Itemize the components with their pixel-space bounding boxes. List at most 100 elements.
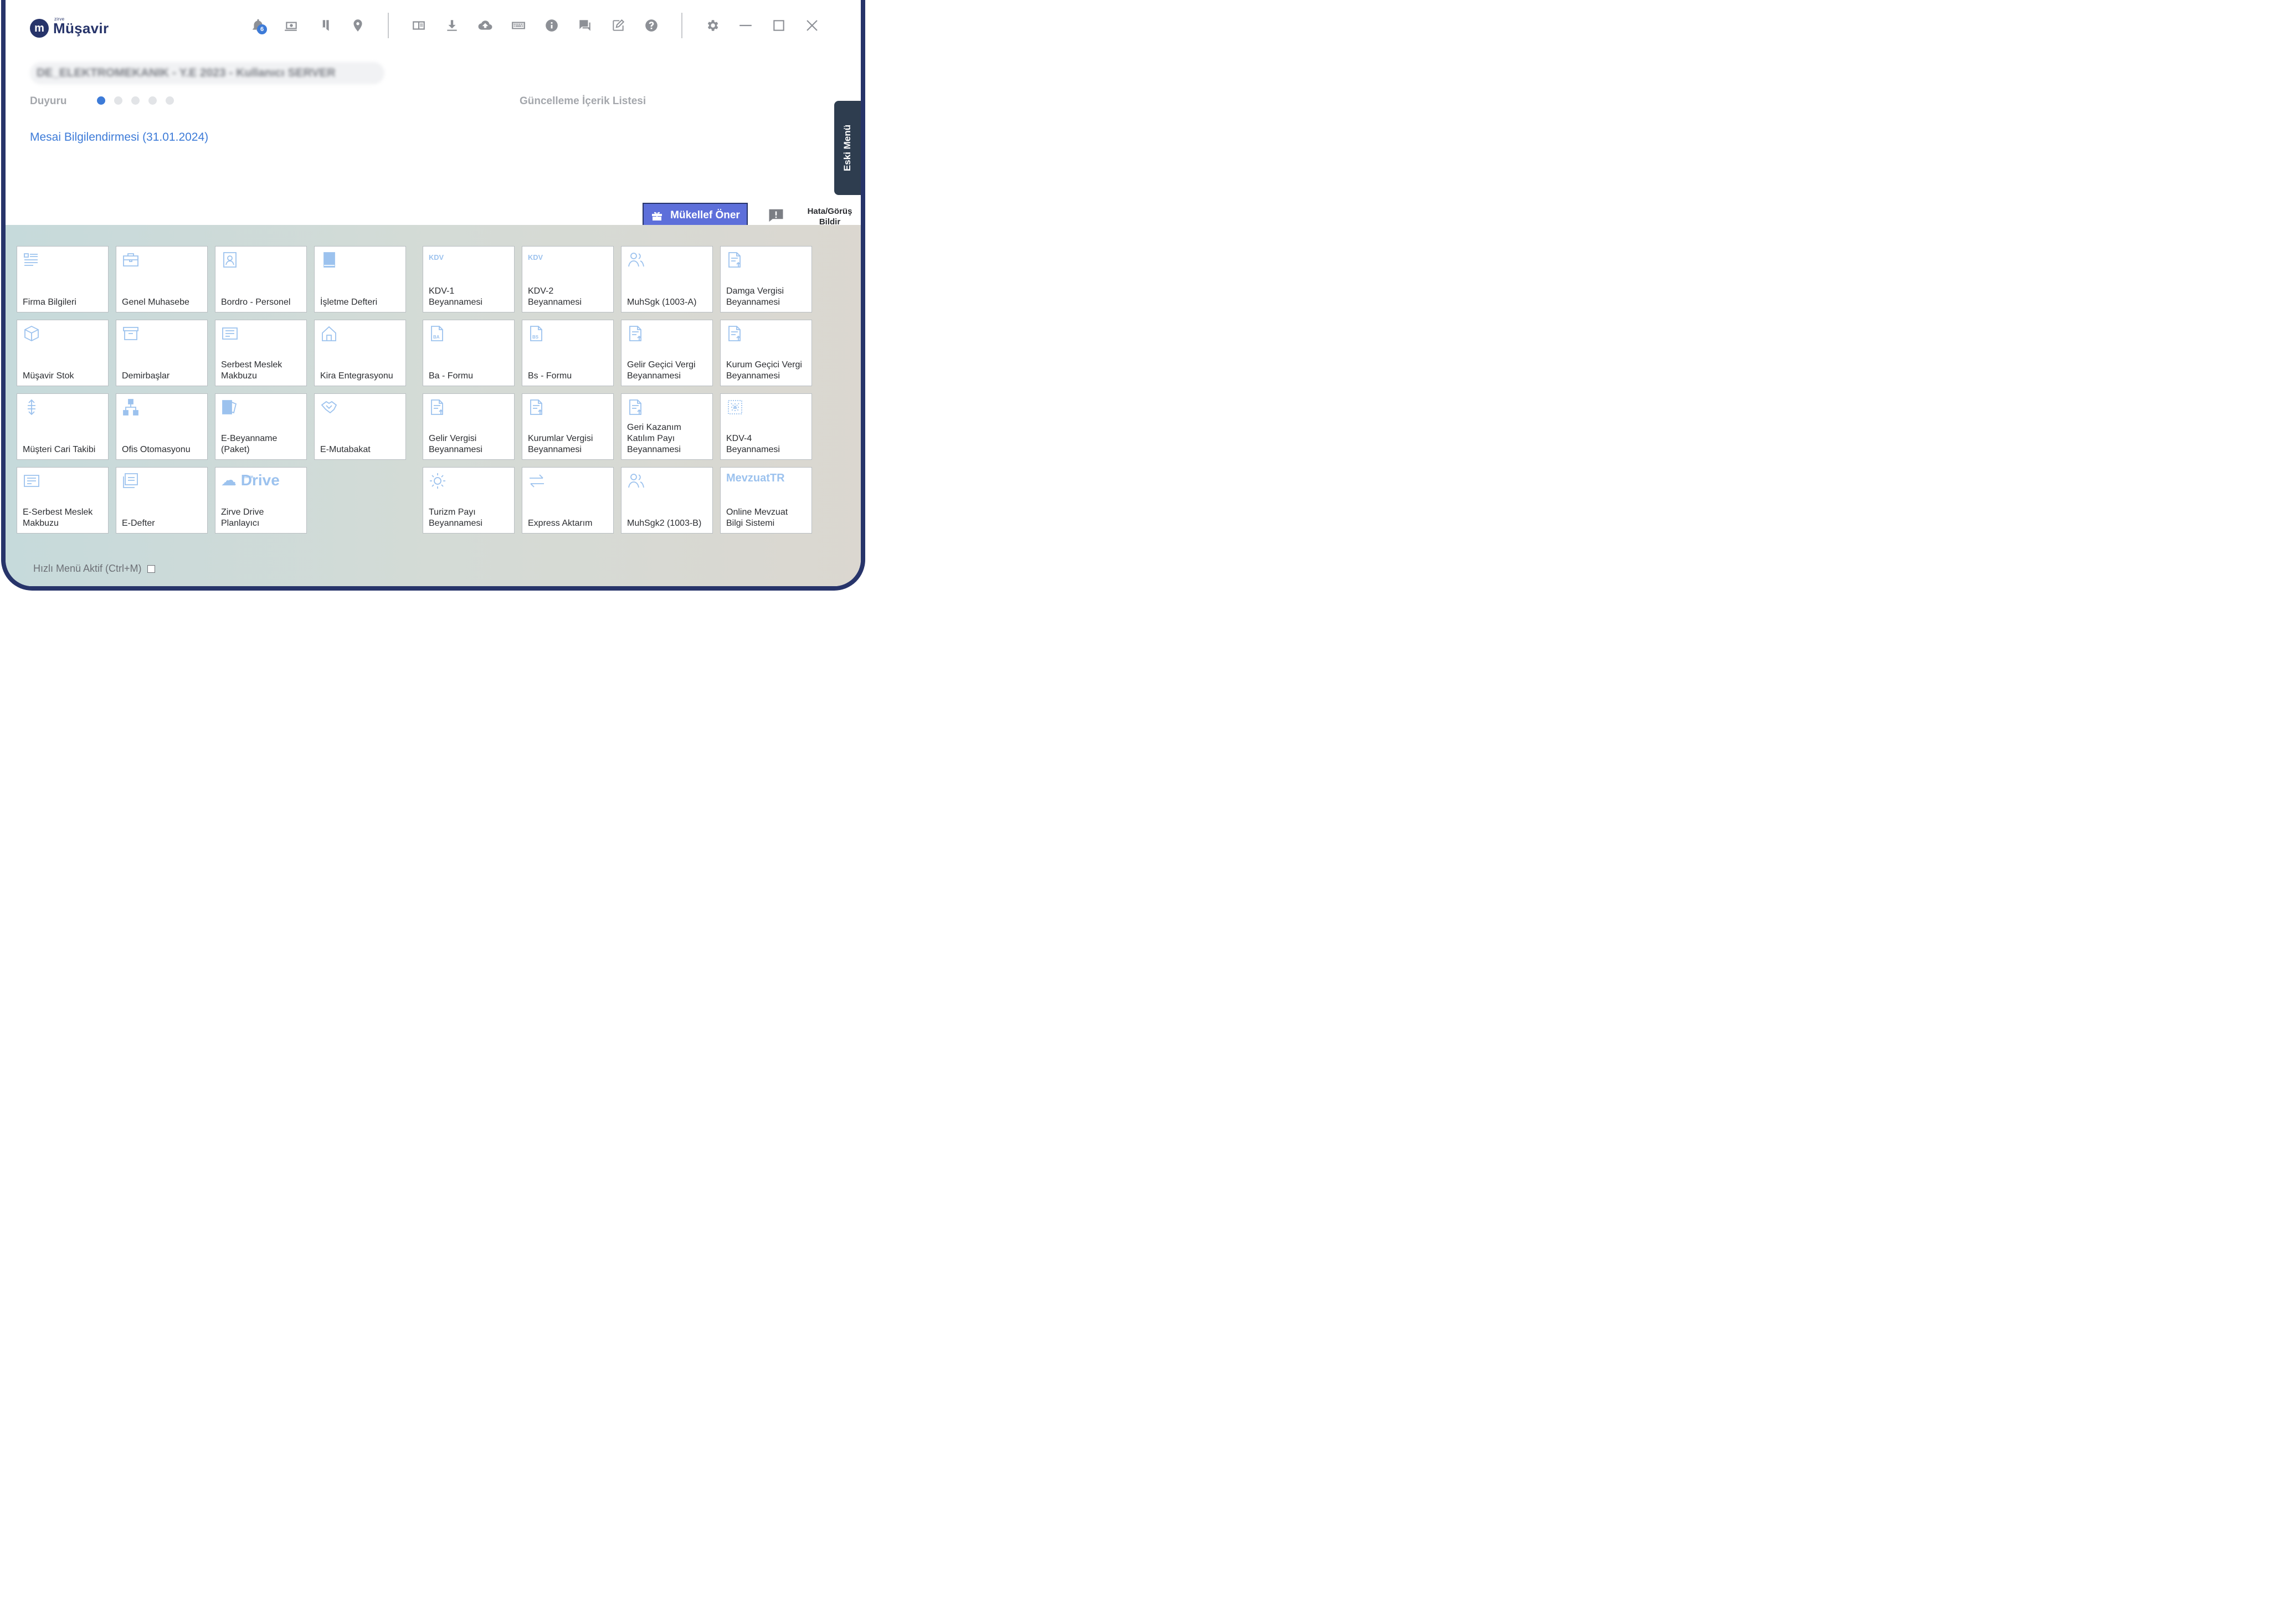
module-tile[interactable]: Müşteri Cari Takibi — [17, 393, 109, 460]
keyboard-icon[interactable] — [502, 14, 535, 37]
help-icon[interactable] — [635, 14, 668, 37]
module-tile-label: Damga Vergisi Beyannamesi — [726, 286, 784, 307]
kdv-icon: KDV — [429, 251, 446, 269]
house-icon — [320, 325, 338, 342]
gift-icon — [652, 212, 662, 221]
module-tile-label: Müşteri Cari Takibi — [23, 445, 96, 454]
module-tile[interactable]: Demirbaşlar — [116, 320, 208, 386]
announcement-pager — [97, 96, 174, 105]
people-icon — [627, 251, 645, 269]
quick-menu-checkbox[interactable] — [147, 565, 155, 573]
module-tile-label: Firma Bilgileri — [23, 298, 76, 307]
module-tile[interactable]: Turizm Payı Beyannamesi — [423, 467, 515, 534]
document-upload-icon — [429, 398, 446, 416]
old-menu-label: Eski Menü — [842, 124, 852, 172]
document-upload-icon — [627, 325, 645, 342]
module-tile-label: MuhSgk2 (1003-B) — [627, 519, 702, 528]
old-menu-tab[interactable]: Eski Menü — [834, 101, 861, 195]
info-icon[interactable] — [535, 14, 568, 37]
kdv-icon: KDV — [528, 251, 546, 269]
quick-menu-label: Hızlı Menü Aktif (Ctrl+M) — [33, 563, 142, 574]
module-tile[interactable]: BS Bs - Formu — [522, 320, 614, 386]
module-tile[interactable]: E-Defter — [116, 467, 208, 534]
module-tile[interactable]: KDV KDV-2 Beyannamesi — [522, 246, 614, 312]
toolbar-separator — [681, 13, 682, 38]
module-tile[interactable]: Kurum Geçici Vergi Beyannamesi — [720, 320, 812, 386]
drive-logo-icon: zirve ☁ Drive — [221, 471, 280, 489]
module-tile[interactable]: KDV-4 Beyannamesi — [720, 393, 812, 460]
minimize-icon[interactable] — [729, 14, 762, 37]
module-tile-label: Demirbaşlar — [122, 371, 170, 381]
module-tile-label: E-Beyanname (Paket) — [221, 434, 278, 454]
reader-icon[interactable] — [402, 14, 435, 37]
module-tile-label: MuhSgk (1003-A) — [627, 298, 697, 307]
module-tile[interactable]: MevzuatTR Online Mevzuat Bilgi Sistemi — [720, 467, 812, 534]
cloud-upload-icon[interactable] — [469, 14, 502, 37]
module-tile-label: E-Mutabakat — [320, 445, 371, 454]
module-tile[interactable]: Ofis Otomasyonu — [116, 393, 208, 460]
announcement-link[interactable]: Mesai Bilgilendirmesi (31.01.2024) — [30, 131, 208, 144]
svg-text:BA: BA — [433, 335, 440, 340]
module-tile[interactable]: MuhSgk2 (1003-B) — [621, 467, 713, 534]
module-tile[interactable]: Kurumlar Vergisi Beyannamesi — [522, 393, 614, 460]
module-tile[interactable]: E-Serbest Meslek Makbuzu — [17, 467, 109, 534]
module-tile[interactable]: Müşavir Stok — [17, 320, 109, 386]
maximize-icon[interactable] — [762, 14, 795, 37]
receipt-icon — [23, 472, 40, 490]
chat-icon[interactable] — [568, 14, 602, 37]
location-icon[interactable] — [341, 14, 374, 37]
pager-dot[interactable] — [166, 96, 174, 105]
module-tile-label: KDV-4 Beyannamesi — [726, 434, 780, 454]
module-tile[interactable]: E-Mutabakat — [314, 393, 406, 460]
toolbar: 6 — [242, 13, 829, 38]
module-tile[interactable]: Gelir Geçici Vergi Beyannamesi — [621, 320, 713, 386]
feedback-icon[interactable] — [768, 207, 784, 224]
module-tile[interactable]: Bordro - Personel — [215, 246, 307, 312]
receipt-icon — [221, 325, 239, 342]
bookmark-icon[interactable] — [308, 14, 341, 37]
book-icon — [320, 251, 338, 269]
module-tile[interactable]: zirve ☁ Drive Zirve Drive Planlayıcı — [215, 467, 307, 534]
document-upload-icon — [627, 398, 645, 416]
module-tile[interactable]: Express Aktarım — [522, 467, 614, 534]
module-tile[interactable]: Kira Entegrasyonu — [314, 320, 406, 386]
download-icon[interactable] — [435, 14, 469, 37]
toolbar-separator — [388, 13, 389, 38]
bell-icon[interactable]: 6 — [242, 14, 275, 37]
document-upload-icon — [726, 251, 744, 269]
close-icon[interactable] — [795, 14, 829, 37]
module-tile-label: Genel Muhasebe — [122, 298, 189, 307]
module-tile-label: Müşavir Stok — [23, 371, 74, 381]
module-tile[interactable]: Geri Kazanım Katılım Payı Beyannamesi — [621, 393, 713, 460]
app-window: m zirve Müşavir 6 DE_ELEKTROMEKANIK - Y.… — [1, 0, 865, 591]
module-tile[interactable]: Gelir Vergisi Beyannamesi — [423, 393, 515, 460]
pager-dot[interactable] — [131, 96, 140, 105]
module-tile-label: Geri Kazanım Katılım Payı Beyannamesi — [627, 423, 681, 454]
handshake-icon — [320, 398, 338, 416]
logo-text: zirve Müşavir — [53, 17, 109, 37]
module-tile[interactable]: İşletme Defteri — [314, 246, 406, 312]
pager-dot[interactable] — [148, 96, 157, 105]
module-tile[interactable]: E-Beyanname (Paket) — [215, 393, 307, 460]
module-tile[interactable]: KDV KDV-1 Beyannamesi — [423, 246, 515, 312]
feedback-label[interactable]: Hata/Görüş Bildir — [799, 206, 861, 227]
module-tile[interactable]: Firma Bilgileri — [17, 246, 109, 312]
update-list-label[interactable]: Güncelleme İçerik Listesi — [520, 95, 646, 107]
document-upload-icon — [726, 325, 744, 342]
module-tile-label: Gelir Vergisi Beyannamesi — [429, 434, 482, 454]
module-tile-label: Zirve Drive Planlayıcı — [221, 507, 264, 528]
module-tile[interactable]: Genel Muhasebe — [116, 246, 208, 312]
edit-icon[interactable] — [602, 14, 635, 37]
quick-menu-toggle[interactable]: Hızlı Menü Aktif (Ctrl+M) — [33, 563, 155, 575]
module-tile[interactable]: BA Ba - Formu — [423, 320, 515, 386]
money-icon[interactable] — [275, 14, 308, 37]
module-tile[interactable]: MuhSgk (1003-A) — [621, 246, 713, 312]
pager-dot[interactable] — [114, 96, 122, 105]
module-tile[interactable]: Damga Vergisi Beyannamesi — [720, 246, 812, 312]
sun-icon — [429, 472, 446, 490]
module-tile[interactable]: Serbest Meslek Makbuzu — [215, 320, 307, 386]
ba-document-icon: BA — [429, 325, 446, 342]
pager-dot-active[interactable] — [97, 96, 105, 105]
org-chart-icon — [122, 398, 140, 416]
gear-icon[interactable] — [696, 14, 729, 37]
